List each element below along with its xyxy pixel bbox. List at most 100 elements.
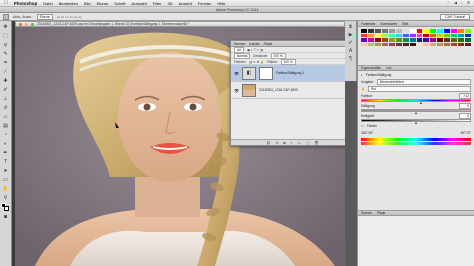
visibility-eye-icon[interactable]: 👁 bbox=[234, 71, 239, 76]
color-swatch[interactable] bbox=[367, 42, 374, 46]
color-swatch[interactable] bbox=[367, 29, 374, 33]
hand-adjust-icon[interactable]: ☝ bbox=[361, 87, 365, 91]
eyedropper-tool-icon[interactable]: ⁄ bbox=[2, 68, 10, 76]
add-mask-icon[interactable]: ◙ bbox=[283, 141, 285, 145]
menu-datei[interactable]: Datei bbox=[43, 1, 52, 6]
lightness-slider-knob[interactable] bbox=[414, 122, 417, 124]
color-swatch[interactable] bbox=[388, 33, 395, 37]
link-layers-icon[interactable]: ⛓ bbox=[266, 141, 270, 145]
preset-dropdown[interactable]: Benutzerdefiniert bbox=[376, 78, 471, 85]
adjustment-layer-thumbnail[interactable]: ◧ bbox=[242, 66, 256, 80]
color-swatch[interactable] bbox=[451, 33, 458, 37]
delete-layer-icon[interactable]: 🗑 bbox=[314, 141, 318, 145]
color-swatch[interactable] bbox=[416, 42, 423, 46]
color-swatch[interactable] bbox=[465, 38, 471, 42]
color-swatch[interactable] bbox=[423, 29, 430, 33]
layer-name[interactable]: 20140501_1218-CAP-8209 bbox=[259, 88, 298, 92]
crop-tool-icon[interactable]: ⌗ bbox=[2, 59, 10, 67]
color-swatch[interactable] bbox=[465, 33, 471, 37]
quick-select-tool-icon[interactable]: ✎ bbox=[2, 50, 10, 58]
color-swatch[interactable] bbox=[381, 38, 388, 42]
color-swatch[interactable] bbox=[395, 29, 402, 33]
shape-tool-icon[interactable]: ▭ bbox=[2, 176, 10, 184]
clone-stamp-tool-icon[interactable]: ⊥ bbox=[2, 95, 10, 103]
fill-field[interactable]: 100 % bbox=[280, 58, 296, 65]
gradient-tool-icon[interactable]: ▤ bbox=[2, 122, 10, 130]
tab-stile[interactable]: Stile bbox=[402, 22, 408, 26]
layer-row-photo[interactable]: 👁 20140501_1218-CAP-8209 bbox=[231, 82, 354, 99]
lock-icons[interactable]: ▨ ✎ ✥ 🔒 bbox=[249, 60, 264, 64]
color-swatch[interactable] bbox=[402, 42, 409, 46]
layer-name[interactable]: Farbton/Sättigung 1 bbox=[276, 71, 304, 75]
color-swatch[interactable] bbox=[361, 42, 367, 46]
color-swatch[interactable] bbox=[374, 29, 381, 33]
color-swatch[interactable] bbox=[416, 33, 423, 37]
hue-value-field[interactable]: +12 bbox=[459, 92, 471, 99]
paragraph-panel-icon[interactable]: ¶ bbox=[349, 56, 352, 62]
color-swatch[interactable] bbox=[374, 38, 381, 42]
color-swatch[interactable] bbox=[409, 33, 416, 37]
zoom-window-icon[interactable] bbox=[31, 22, 34, 26]
color-swatch[interactable] bbox=[395, 38, 402, 42]
blend-mode-dropdown[interactable]: Normal bbox=[234, 52, 251, 59]
visibility-eye-icon[interactable]: 👁 bbox=[234, 88, 239, 93]
color-swatch[interactable] bbox=[458, 42, 465, 46]
color-swatch[interactable] bbox=[395, 33, 402, 37]
menu-ebene[interactable]: Ebene bbox=[97, 1, 109, 6]
color-swatch[interactable] bbox=[458, 29, 465, 33]
color-swatch[interactable] bbox=[437, 38, 444, 42]
photo-layer-thumbnail[interactable] bbox=[242, 83, 256, 97]
marquee-tool-icon[interactable]: ⬚ bbox=[2, 32, 10, 40]
color-swatch[interactable] bbox=[430, 38, 437, 42]
color-swatch[interactable] bbox=[374, 33, 381, 37]
move-tool-preset-icon[interactable] bbox=[3, 13, 9, 20]
tab-kanaele[interactable]: Kanäle bbox=[249, 42, 259, 46]
color-swatch[interactable] bbox=[451, 29, 458, 33]
color-swatch[interactable] bbox=[381, 29, 388, 33]
hue-range-bar-top[interactable] bbox=[361, 138, 471, 141]
tab-farbfelder[interactable]: Farbfelder bbox=[361, 22, 376, 26]
color-swatch[interactable] bbox=[409, 29, 416, 33]
color-swatch[interactable] bbox=[444, 38, 451, 42]
new-layer-icon[interactable]: ▢ bbox=[306, 141, 309, 145]
color-swatch[interactable] bbox=[451, 38, 458, 42]
character-panel-icon[interactable]: A bbox=[349, 48, 352, 54]
tab-pfade[interactable]: Pfade bbox=[264, 42, 273, 46]
tab-eigenschaften[interactable]: Eigenschaften bbox=[361, 66, 381, 70]
color-swatch[interactable] bbox=[430, 29, 437, 33]
filter-icons[interactable]: ▣ ◐ T ▭ ▤ bbox=[247, 48, 263, 52]
colorize-checkbox[interactable]: ☐ bbox=[361, 124, 364, 128]
color-swatch[interactable] bbox=[423, 38, 430, 42]
lightness-slider[interactable] bbox=[361, 119, 471, 124]
color-swatch[interactable] bbox=[402, 29, 409, 33]
color-swatch[interactable] bbox=[437, 42, 444, 46]
tab-info[interactable]: Info bbox=[386, 66, 391, 70]
history-panel-icon[interactable]: ⧗ bbox=[349, 24, 353, 30]
tab-pfade-bottom[interactable]: Pfade bbox=[377, 211, 385, 215]
menu-app-name[interactable]: Photoshop bbox=[14, 1, 38, 6]
color-swatch[interactable] bbox=[416, 38, 423, 42]
brush-tool-icon[interactable]: ✐ bbox=[2, 86, 10, 94]
color-swatch[interactable] bbox=[444, 33, 451, 37]
new-adjustment-icon[interactable]: ◐ bbox=[291, 141, 293, 145]
color-swatch[interactable] bbox=[409, 38, 416, 42]
menu-auswahl[interactable]: Auswahl bbox=[132, 1, 147, 6]
move-tool-icon[interactable]: ✥ bbox=[2, 23, 10, 31]
volume-icon[interactable]: ◀ bbox=[454, 1, 457, 5]
color-swatch[interactable] bbox=[458, 38, 465, 42]
channel-dropdown[interactable]: Rot bbox=[367, 85, 471, 92]
color-swatch[interactable] bbox=[361, 33, 367, 37]
menu-ansicht[interactable]: Ansicht bbox=[179, 1, 192, 6]
auto-select-label[interactable]: Auto.-Ausw.: bbox=[13, 15, 33, 19]
color-swatch[interactable] bbox=[458, 33, 465, 37]
color-swatch[interactable] bbox=[416, 29, 423, 33]
minimize-window-icon[interactable] bbox=[25, 22, 28, 26]
new-group-icon[interactable]: ▭ bbox=[298, 141, 301, 145]
color-swatch[interactable] bbox=[402, 38, 409, 42]
tab-ebenen-bottom[interactable]: Ebenen bbox=[361, 211, 372, 215]
color-swatch[interactable] bbox=[388, 38, 395, 42]
color-swatch[interactable] bbox=[423, 33, 430, 37]
color-swatch[interactable] bbox=[367, 33, 374, 37]
path-select-tool-icon[interactable]: ➤ bbox=[2, 167, 10, 175]
apple-menu-icon[interactable]:  bbox=[4, 0, 8, 6]
